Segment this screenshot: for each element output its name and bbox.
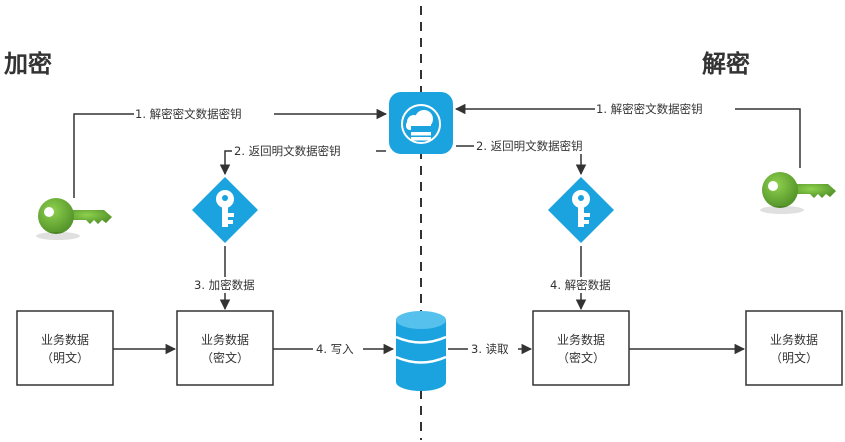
- database-icon: [395, 311, 447, 391]
- box-right-ciphertext: 业务数据 （密文）: [532, 310, 630, 386]
- box-left-ciphertext-line1: 业务数据: [201, 332, 249, 347]
- label-write: 4. 写入: [316, 342, 354, 356]
- label-left-decrypt-key: 1. 解密密文数据密钥: [135, 107, 242, 121]
- box-left-plaintext-line2: （明文）: [41, 350, 89, 365]
- kms-encryption-diagram: 加密 解密 1. 解密密文数据密钥 2. 返回明文数据密钥 3. 加密数据 1.…: [4, 6, 843, 440]
- blue-key-diamond-icon-left: [192, 177, 258, 243]
- box-right-plaintext-line1: 业务数据: [770, 332, 818, 347]
- label-left-return-key: 2. 返回明文数据密钥: [234, 144, 341, 158]
- box-left-plaintext-line1: 业务数据: [41, 332, 89, 347]
- label-right-decrypt-key: 1. 解密密文数据密钥: [596, 102, 703, 116]
- green-key-icon-right: [760, 172, 836, 214]
- box-right-plaintext-line2: （明文）: [770, 350, 818, 365]
- label-left-encrypt-data: 3. 加密数据: [194, 278, 255, 292]
- box-left-plaintext: 业务数据 （明文）: [16, 310, 114, 386]
- box-right-ciphertext-line1: 业务数据: [557, 332, 605, 347]
- box-left-ciphertext: 业务数据 （密文）: [176, 310, 274, 386]
- label-right-return-key: 2. 返回明文数据密钥: [476, 139, 583, 153]
- decrypt-heading: 解密: [702, 50, 750, 78]
- green-key-icon-left: [36, 198, 112, 240]
- cloud-server-icon: [389, 92, 453, 154]
- label-read: 3. 读取: [471, 342, 509, 356]
- encrypt-heading: 加密: [4, 50, 52, 78]
- box-right-plaintext: 业务数据 （明文）: [745, 310, 843, 386]
- label-right-decrypt-data: 4. 解密数据: [550, 278, 611, 292]
- box-left-ciphertext-line2: （密文）: [201, 350, 249, 365]
- blue-key-diamond-icon-right: [548, 177, 614, 243]
- box-right-ciphertext-line2: （密文）: [557, 350, 605, 365]
